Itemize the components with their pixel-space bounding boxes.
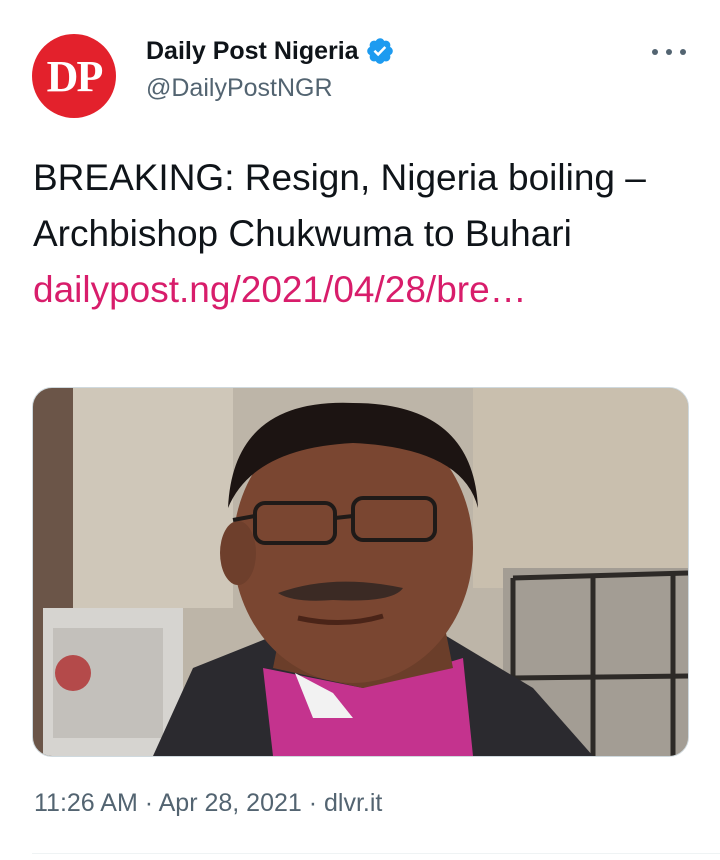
display-name-row: Daily Post Nigeria	[146, 34, 395, 68]
display-name[interactable]: Daily Post Nigeria	[146, 37, 359, 66]
tweet-link[interactable]: dailypost.ng/2021/04/28/bre…	[33, 262, 683, 318]
meta-separator: ·	[137, 789, 159, 817]
tweet-text: BREAKING: Resign, Nigeria boiling – Arch…	[33, 150, 683, 318]
handle[interactable]: @DailyPostNGR	[146, 74, 395, 103]
tweet-header: DP Daily Post Nigeria @DailyPostNGR	[32, 34, 688, 120]
tweet-source[interactable]: dlvr.it	[324, 789, 382, 817]
portrait-photo	[33, 388, 688, 756]
more-dot	[652, 49, 658, 55]
author-info[interactable]: Daily Post Nigeria @DailyPostNGR	[146, 34, 395, 103]
verified-badge-icon	[366, 38, 393, 64]
avatar[interactable]: DP	[32, 34, 116, 118]
tweet-meta: 11:26 AM · Apr 28, 2021 · dlvr.it	[34, 789, 382, 818]
tweet-card: DP Daily Post Nigeria @DailyPostNGR BREA…	[0, 0, 720, 860]
more-dot	[680, 49, 686, 55]
divider	[32, 853, 720, 854]
tweet-time[interactable]: 11:26 AM	[34, 789, 138, 817]
tweet-date[interactable]: Apr 28, 2021	[159, 789, 302, 817]
tweet-image[interactable]	[32, 387, 689, 757]
more-horizontal-icon[interactable]	[652, 42, 686, 62]
avatar-logo-text: DP	[46, 52, 104, 101]
meta-separator: ·	[301, 789, 325, 817]
tweet-body: BREAKING: Resign, Nigeria boiling – Arch…	[33, 157, 646, 254]
more-dot	[666, 49, 672, 55]
